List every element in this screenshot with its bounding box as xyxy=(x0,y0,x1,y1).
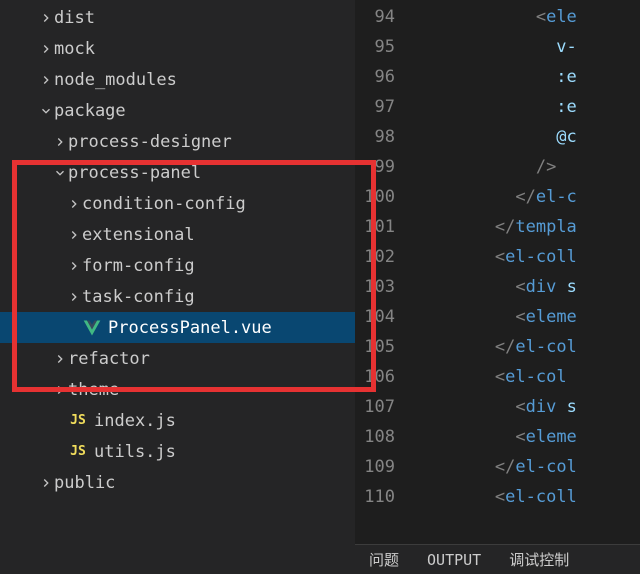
file-explorer: dist mock node_modulespackage process-desig… xyxy=(0,0,355,574)
tab-debug[interactable]: 调试控制 xyxy=(495,545,583,574)
tree-item-package[interactable]: package xyxy=(0,95,355,126)
tree-item-label: node_modules xyxy=(54,70,177,90)
code-line[interactable]: <div s xyxy=(413,272,640,302)
tree-item-dist[interactable]: dist xyxy=(0,2,355,33)
js-file-icon: JS xyxy=(68,442,88,462)
line-number: 105 xyxy=(355,332,395,362)
tree-item-label: process-panel xyxy=(68,163,201,183)
tree-item-ProcessPanel-vue[interactable]: ProcessPanel.vue xyxy=(0,312,355,343)
tab-output[interactable]: OUTPUT xyxy=(413,545,495,574)
code-line[interactable]: <el-coll xyxy=(413,482,640,512)
bottom-panel-tabs: 问题 OUTPUT 调试控制 xyxy=(355,544,640,574)
chevron-right-icon xyxy=(66,259,82,273)
tree-item-utils-js[interactable]: JS utils.js xyxy=(0,436,355,467)
js-file-icon: JS xyxy=(68,411,88,431)
code-line[interactable]: </templa xyxy=(413,212,640,242)
line-number: 102 xyxy=(355,242,395,272)
line-number: 97 xyxy=(355,92,395,122)
line-number-gutter: 9495969798991001011021031041051061071081… xyxy=(355,0,413,574)
line-number: 99 xyxy=(355,152,395,182)
tree-item-label: form-config xyxy=(82,256,195,276)
tree-item-label: condition-config xyxy=(82,194,246,214)
tree-item-label: task-config xyxy=(82,287,195,307)
line-number: 100 xyxy=(355,182,395,212)
chevron-down-icon xyxy=(52,166,68,180)
code-line[interactable]: <el-coll xyxy=(413,242,640,272)
tree-item-label: index.js xyxy=(94,411,176,431)
chevron-right-icon xyxy=(38,11,54,25)
line-number: 94 xyxy=(355,2,395,32)
code-line[interactable]: /> xyxy=(413,152,640,182)
chevron-right-icon xyxy=(66,228,82,242)
chevron-right-icon xyxy=(38,42,54,56)
chevron-down-icon xyxy=(38,104,54,118)
code-line[interactable]: <div s xyxy=(413,392,640,422)
line-number: 109 xyxy=(355,452,395,482)
chevron-right-icon xyxy=(66,197,82,211)
code-content[interactable]: <ele v- :e :e @c /> </el-c </templa <el-… xyxy=(413,0,640,574)
chevron-right-icon xyxy=(38,73,54,87)
line-number: 108 xyxy=(355,422,395,452)
tree-item-label: mock xyxy=(54,39,95,59)
tree-item-public[interactable]: public xyxy=(0,467,355,498)
line-number: 107 xyxy=(355,392,395,422)
chevron-right-icon xyxy=(66,290,82,304)
line-number: 110 xyxy=(355,482,395,512)
tree-item-task-config[interactable]: task-config xyxy=(0,281,355,312)
code-line[interactable]: <el-col xyxy=(413,362,640,392)
chevron-right-icon xyxy=(52,352,68,366)
code-editor[interactable]: 9495969798991001011021031041051061071081… xyxy=(355,0,640,574)
tree-item-label: dist xyxy=(54,8,95,28)
code-line[interactable]: @c xyxy=(413,122,640,152)
tree-item-label: extensional xyxy=(82,225,195,245)
line-number: 98 xyxy=(355,122,395,152)
code-line[interactable]: :e xyxy=(413,92,640,122)
code-line[interactable]: </el-col xyxy=(413,452,640,482)
line-number: 96 xyxy=(355,62,395,92)
tab-problems[interactable]: 问题 xyxy=(355,545,413,574)
tree-item-label: theme xyxy=(68,380,119,400)
tree-item-index-js[interactable]: JS index.js xyxy=(0,405,355,436)
tree-item-label: package xyxy=(54,101,126,121)
tree-item-refactor[interactable]: refactor xyxy=(0,343,355,374)
code-line[interactable]: </el-col xyxy=(413,332,640,362)
tree-item-process-designer[interactable]: process-designer xyxy=(0,126,355,157)
code-line[interactable]: <eleme xyxy=(413,422,640,452)
tree-item-label: refactor xyxy=(68,349,150,369)
code-line[interactable]: v- xyxy=(413,32,640,62)
tree-item-form-config[interactable]: form-config xyxy=(0,250,355,281)
chevron-right-icon xyxy=(38,476,54,490)
line-number: 101 xyxy=(355,212,395,242)
line-number: 106 xyxy=(355,362,395,392)
line-number: 95 xyxy=(355,32,395,62)
code-line[interactable]: <ele xyxy=(413,2,640,32)
tree-item-mock[interactable]: mock xyxy=(0,33,355,64)
code-line[interactable]: </el-c xyxy=(413,182,640,212)
tree-item-label: process-designer xyxy=(68,132,232,152)
code-line[interactable]: :e xyxy=(413,62,640,92)
code-line[interactable]: <eleme xyxy=(413,302,640,332)
line-number: 103 xyxy=(355,272,395,302)
tree-item-label: ProcessPanel.vue xyxy=(108,318,272,338)
tree-item-theme[interactable]: theme xyxy=(0,374,355,405)
vue-file-icon xyxy=(82,318,102,338)
tree-item-condition-config[interactable]: condition-config xyxy=(0,188,355,219)
tree-item-label: utils.js xyxy=(94,442,176,462)
tree-item-node-modules[interactable]: node_modules xyxy=(0,64,355,95)
tree-item-label: public xyxy=(54,473,115,493)
tree-item-process-panel[interactable]: process-panel xyxy=(0,157,355,188)
line-number: 104 xyxy=(355,302,395,332)
tree-item-extensional[interactable]: extensional xyxy=(0,219,355,250)
chevron-right-icon xyxy=(52,383,68,397)
chevron-right-icon xyxy=(52,135,68,149)
